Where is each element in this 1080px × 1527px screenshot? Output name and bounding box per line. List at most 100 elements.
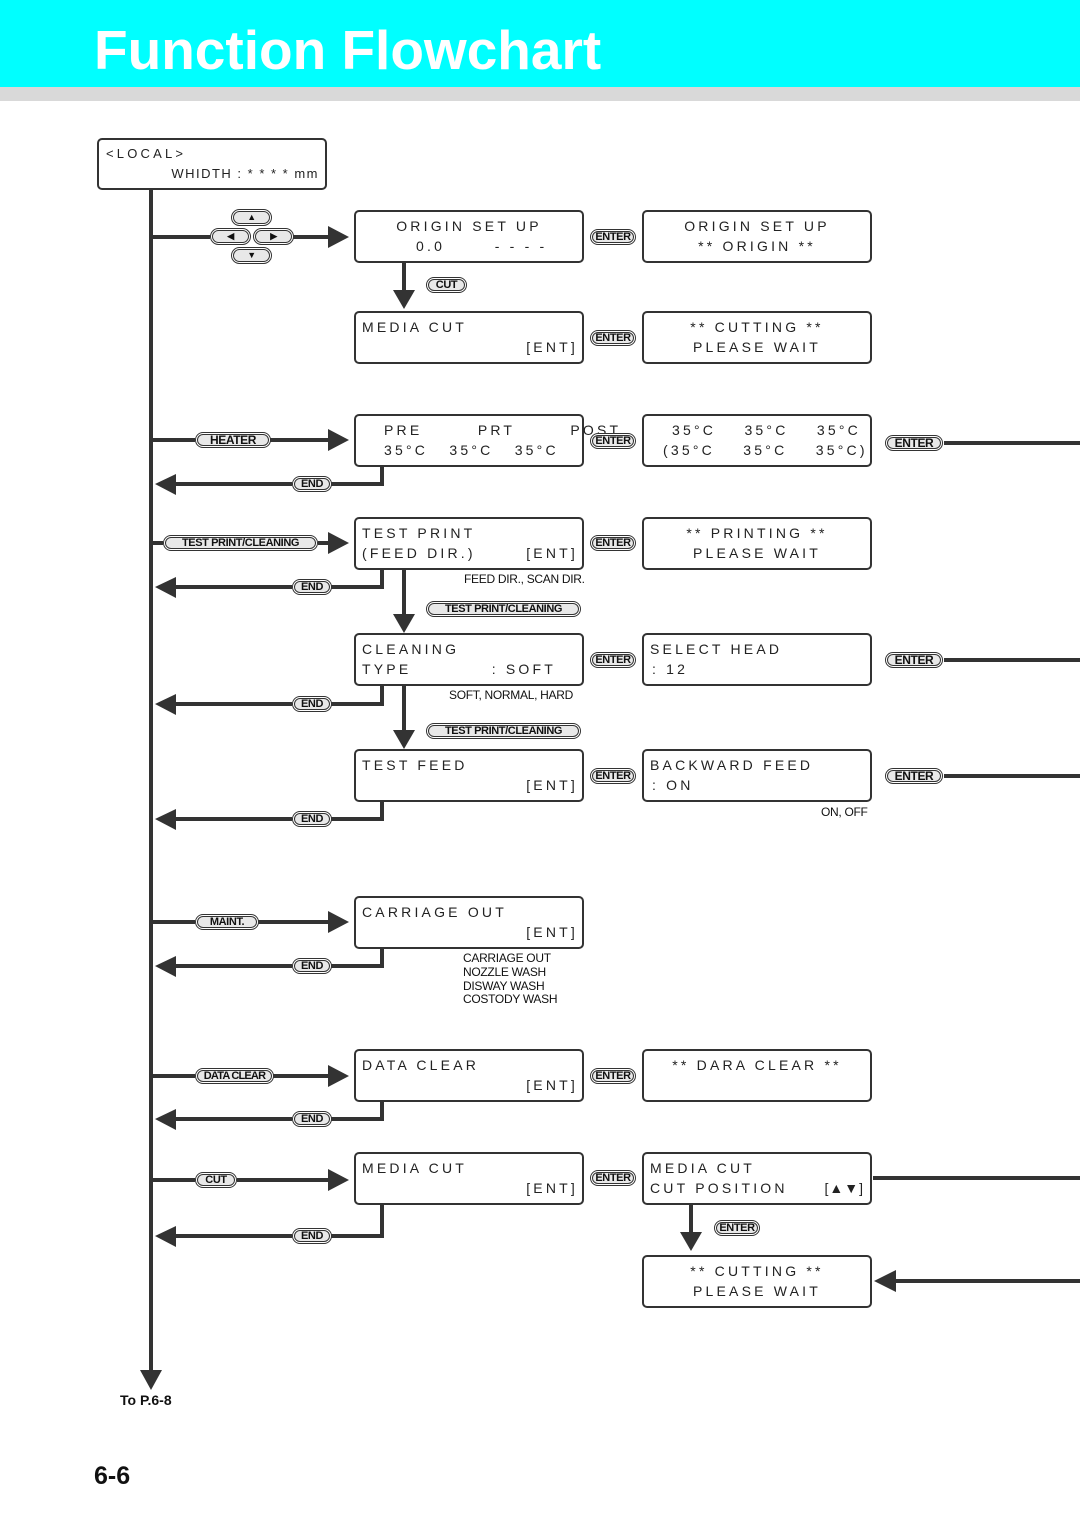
screen-line2-right: [ENT] xyxy=(526,545,578,561)
enter-key[interactable]: ENTER xyxy=(590,535,636,551)
test-print-options-note: FEED DIR., SCAN DIR. xyxy=(464,572,585,586)
select-head-screen: SELECT HEAD : 12 xyxy=(642,633,872,686)
origin-setup-screen: ORIGIN SET UP 0.0 - - - - xyxy=(354,210,584,263)
enter-key[interactable]: ENTER xyxy=(590,1068,636,1084)
screen-line1: ** CUTTING ** xyxy=(690,1263,824,1279)
end-key[interactable]: END xyxy=(292,811,332,827)
cut-key[interactable]: CUT xyxy=(195,1172,237,1188)
screen-line1: SELECT HEAD xyxy=(650,641,783,657)
continue-page-link[interactable]: To P.6-8 xyxy=(120,1392,172,1408)
up-down-arrows-icon: [▲▼] xyxy=(824,1180,864,1196)
main-trunk-arrowhead xyxy=(140,1370,162,1390)
screen-line1: CARRIAGE OUT xyxy=(362,904,507,920)
end-key[interactable]: END xyxy=(292,1228,332,1244)
width-readout: WHIDTH : * * * * mm xyxy=(171,166,319,181)
end-key[interactable]: END xyxy=(292,958,332,974)
screen-line2: [ENT] xyxy=(526,339,578,355)
screen-line1: PRE PRT POST xyxy=(384,422,622,438)
cut-key[interactable]: CUT xyxy=(426,277,467,293)
screen-line2-right: : SOFT xyxy=(491,661,556,677)
up-arrow-key[interactable]: ▲ xyxy=(231,209,272,226)
screen-line1: MEDIA CUT xyxy=(362,1160,468,1176)
screen-line1: ** PRINTING ** xyxy=(686,525,828,541)
data-clear-key[interactable]: DATA CLEAR xyxy=(195,1068,274,1084)
local-label: <LOCAL> xyxy=(106,146,187,161)
screen-line2: PLEASE WAIT xyxy=(692,545,822,561)
enter-key[interactable]: ENTER xyxy=(885,652,943,668)
down-arrow-key[interactable]: ▼ xyxy=(231,247,272,264)
screen-line2: [ENT] xyxy=(526,924,578,940)
enter-key[interactable]: ENTER xyxy=(590,652,636,668)
test-print-screen: TEST PRINT (FEED DIR.) [ENT] xyxy=(354,517,584,570)
screen-line1: TEST FEED xyxy=(362,757,468,773)
backward-feed-screen: BACKWARD FEED : ON xyxy=(642,749,872,802)
enter-key[interactable]: ENTER xyxy=(590,1170,636,1186)
media-cut-screen: MEDIA CUT [ENT] xyxy=(354,311,584,364)
screen-line2: 35°C 35°C 35°C xyxy=(384,442,559,458)
cutting-screen: ** CUTTING ** PLEASE WAIT xyxy=(642,311,872,364)
end-key[interactable]: END xyxy=(292,579,332,595)
option-item: COSTODY WASH xyxy=(463,992,558,1006)
final-cutting-screen: ** CUTTING ** PLEASE WAIT xyxy=(642,1255,872,1308)
enter-key[interactable]: ENTER xyxy=(590,433,636,449)
end-key[interactable]: END xyxy=(292,1111,332,1127)
screen-line1: ** DARA CLEAR ** xyxy=(672,1057,842,1073)
option-item: NOZZLE WASH xyxy=(463,965,546,979)
option-item: DISWAY WASH xyxy=(463,979,545,993)
data-clear-screen: DATA CLEAR [ENT] xyxy=(354,1049,584,1102)
down-arrow-icon: ▼ xyxy=(233,249,270,262)
screen-line2: PLEASE WAIT xyxy=(692,1283,822,1299)
enter-key[interactable]: ENTER xyxy=(590,768,636,784)
heater-screen: PRE PRT POST 35°C 35°C 35°C xyxy=(354,414,618,467)
screen-line1: MEDIA CUT xyxy=(650,1160,756,1176)
screen-line1: ** CUTTING ** xyxy=(690,319,824,335)
test-feed-screen: TEST FEED [ENT] xyxy=(354,749,584,802)
test-print-cleaning-key[interactable]: TEST PRINT/CLEANING xyxy=(426,601,581,617)
carriage-out-screen: CARRIAGE OUT [ENT] xyxy=(354,896,584,949)
option-item: CARRIAGE OUT xyxy=(463,951,551,965)
right-arrow-icon: ▶ xyxy=(255,230,292,243)
cleaning-options-note: SOFT, NORMAL, HARD xyxy=(449,688,573,702)
end-key[interactable]: END xyxy=(292,476,332,492)
screen-line1: TEST PRINT xyxy=(362,525,476,541)
page-number: 6-6 xyxy=(94,1462,131,1490)
enter-key[interactable]: ENTER xyxy=(590,229,636,245)
screen-line2: CUT POSITION xyxy=(650,1180,788,1196)
screen-line2: [ENT] xyxy=(526,1077,578,1093)
test-print-cleaning-key[interactable]: TEST PRINT/CLEANING xyxy=(426,723,581,739)
test-print-cleaning-key[interactable]: TEST PRINT/CLEANING xyxy=(163,535,318,551)
enter-key[interactable]: ENTER xyxy=(885,435,943,451)
screen-line1: MEDIA CUT xyxy=(362,319,468,335)
screen-line2: : ON xyxy=(652,777,694,793)
left-arrow-key[interactable]: ◀ xyxy=(210,228,251,245)
backward-feed-options-note: ON, OFF xyxy=(821,805,868,819)
screen-line2: [ENT] xyxy=(526,1180,578,1196)
screen-line2: 0.0 - - - - xyxy=(416,238,548,254)
screen-line2: (FEED DIR.) xyxy=(362,545,476,561)
screen-line1: ORIGIN SET UP xyxy=(684,218,830,234)
printing-screen: ** PRINTING ** PLEASE WAIT xyxy=(642,517,872,570)
media-cut-screen: MEDIA CUT [ENT] xyxy=(354,1152,584,1205)
screen-line2: [ENT] xyxy=(526,777,578,793)
cleaning-screen: CLEANING TYPE : SOFT xyxy=(354,633,584,686)
right-arrow-key[interactable]: ▶ xyxy=(253,228,294,245)
enter-key[interactable]: ENTER xyxy=(714,1220,760,1236)
screen-line2: TYPE xyxy=(362,661,412,677)
screen-line1: BACKWARD FEED xyxy=(650,757,814,773)
enter-key[interactable]: ENTER xyxy=(885,768,943,784)
screen-line1: 35°C 35°C 35°C xyxy=(672,422,861,438)
origin-result-screen: ORIGIN SET UP ** ORIGIN ** xyxy=(642,210,872,263)
up-arrow-icon: ▲ xyxy=(233,211,270,224)
enter-key[interactable]: ENTER xyxy=(590,330,636,346)
maint-key[interactable]: MAINT. xyxy=(195,914,259,930)
screen-line2: PLEASE WAIT xyxy=(692,339,822,355)
local-display: <LOCAL> WHIDTH : * * * * mm xyxy=(97,138,327,190)
screen-line2: (35°C 35°C 35°C) xyxy=(663,442,868,458)
cut-position-screen: MEDIA CUT CUT POSITION [▲▼] xyxy=(642,1152,872,1205)
screen-line1: CLEANING xyxy=(362,641,460,657)
screen-line2: ** ORIGIN ** xyxy=(698,238,816,254)
screen-line1: ORIGIN SET UP xyxy=(396,218,542,234)
heater-result-screen: 35°C 35°C 35°C (35°C 35°C 35°C) xyxy=(642,414,872,467)
heater-key[interactable]: HEATER xyxy=(195,432,271,448)
end-key[interactable]: END xyxy=(292,696,332,712)
